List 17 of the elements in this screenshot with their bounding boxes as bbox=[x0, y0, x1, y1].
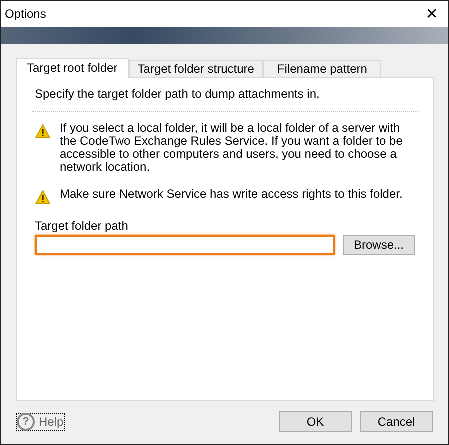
warning-icon bbox=[35, 190, 51, 205]
close-button[interactable]: ✕ bbox=[416, 1, 448, 27]
warning-icon bbox=[35, 124, 51, 139]
field-label: Target folder path bbox=[35, 219, 130, 233]
tab[interactable]: Filename pattern bbox=[263, 60, 382, 77]
folder-path-field[interactable] bbox=[35, 235, 335, 255]
description-text: Specify the target folder path to dump attachments in. bbox=[35, 87, 321, 101]
warning-text: Make sure Network Service has write access rights to this folder. bbox=[60, 188, 403, 203]
browse-button[interactable]: Browse... bbox=[343, 235, 415, 255]
ok-button[interactable]: OK bbox=[279, 411, 352, 432]
window-title: Options bbox=[5, 7, 46, 21]
help-button[interactable]: ? Help bbox=[16, 412, 65, 430]
cancel-button[interactable]: Cancel bbox=[360, 411, 433, 432]
warning-text: If you select a local folder, it will be a local folder of a server with the CodeTwo Exchange Rules Service. If you want a folder to be accessible to other computers and users, you need to choose a network location. bbox=[60, 122, 404, 174]
tab[interactable]: Target root folder bbox=[16, 58, 129, 78]
tab[interactable]: Target folder structure bbox=[128, 60, 264, 77]
help-icon: ? bbox=[17, 412, 35, 430]
